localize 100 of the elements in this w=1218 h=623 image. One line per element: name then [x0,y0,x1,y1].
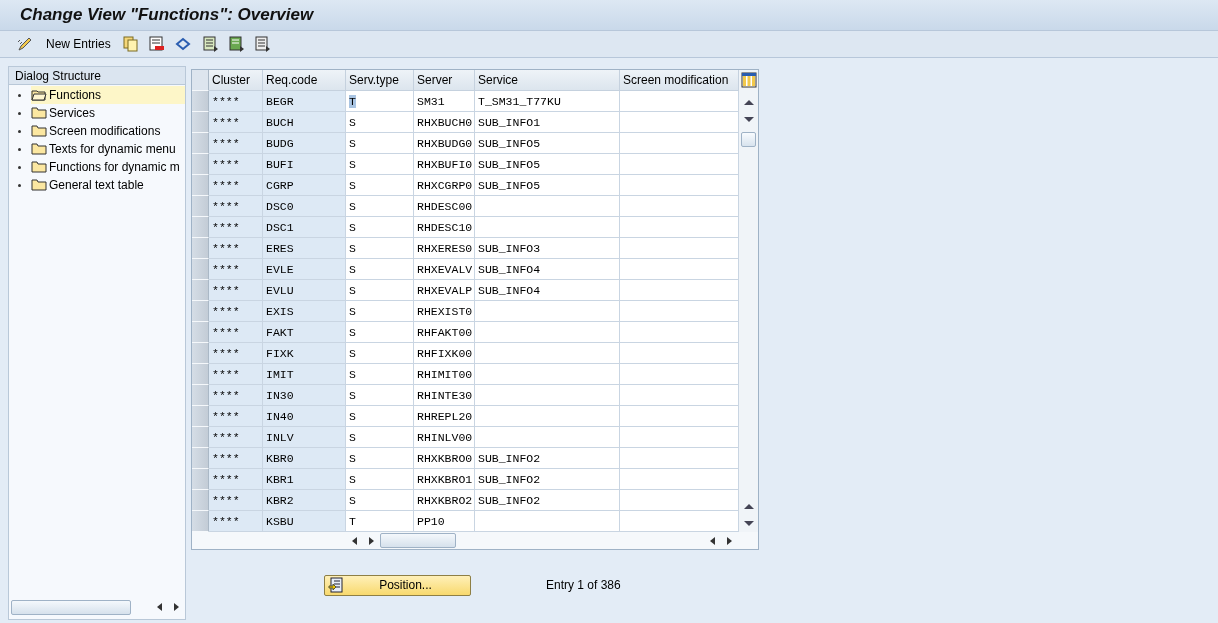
table-cell: FAKT [263,322,346,343]
cell-value: S [349,283,356,297]
row-selector[interactable] [192,280,209,301]
folder-icon [31,107,47,119]
row-selector[interactable] [192,301,209,322]
table-cell: RHXEVALV [414,259,475,280]
tree-item[interactable]: Services [31,104,185,122]
row-selector[interactable] [192,196,209,217]
table-cell: RHXEVALP [414,280,475,301]
cell-value: S [349,346,356,360]
table-cell: **** [209,154,263,175]
tree-item[interactable]: Functions [31,86,185,104]
table-cell: **** [209,343,263,364]
table-cell: **** [209,448,263,469]
cell-value: S [349,493,356,507]
table-cell: **** [209,511,263,532]
table-cell: **** [209,406,263,427]
column-header[interactable]: Req.code [263,70,346,91]
tree-item[interactable]: General text table [31,176,185,194]
cell-value: S [349,451,356,465]
column-header[interactable]: Server [414,70,475,91]
table-cell: EVLU [263,280,346,301]
row-selector[interactable] [192,490,209,511]
table-cell: KBR2 [263,490,346,511]
table-cell: BEGR [263,91,346,112]
table-cell: CGRP [263,175,346,196]
table-cell: DSC0 [263,196,346,217]
column-header[interactable]: Service [475,70,620,91]
copy-icon[interactable] [122,36,139,53]
table-cell: SM31 [414,91,475,112]
table-cell: SUB_INFO4 [475,259,620,280]
column-header[interactable]: Screen modification [620,70,739,91]
delete-row-icon[interactable] [148,36,165,53]
scrollbar-thumb[interactable] [741,132,756,147]
table-cell: RHXKBRO0 [414,448,475,469]
cell-value: S [349,430,356,444]
cell-value: S [349,220,356,234]
table-cell: RHIMIT00 [414,364,475,385]
row-selector[interactable] [192,427,209,448]
row-selector[interactable] [192,343,209,364]
table-cell: **** [209,469,263,490]
row-selector[interactable] [192,112,209,133]
position-button[interactable]: Position... [324,574,471,596]
scrollbar-thumb[interactable] [380,533,456,548]
row-selector[interactable] [192,385,209,406]
table-cell: RHEXIST0 [414,301,475,322]
bullet-icon [18,111,21,115]
table-cell: RHXKBRO2 [414,490,475,511]
table-cell: KSBU [263,511,346,532]
table-cell: RHREPL20 [414,406,475,427]
table-cell: INLV [263,427,346,448]
cell-value: S [349,388,356,402]
table-cell: BUDG [263,133,346,154]
row-selector[interactable] [192,259,209,280]
tree-item[interactable]: Functions for dynamic m [31,158,185,176]
table-cell: **** [209,490,263,511]
table-cell: T_SM31_T77KU [475,91,620,112]
position-icon [328,577,344,593]
scrollbar-thumb[interactable] [11,599,131,615]
cell-value: S [349,472,356,486]
cell-value: T [349,514,356,528]
cell-value: S [349,199,356,213]
row-selector[interactable] [192,322,209,343]
row-selector[interactable] [192,91,209,112]
tree-item[interactable]: Screen modifications [31,122,185,140]
row-selector[interactable] [192,406,209,427]
table-cell: **** [209,385,263,406]
pencil-icon[interactable] [16,36,34,53]
row-selector[interactable] [192,133,209,154]
new-entries-button[interactable]: New Entries [44,37,113,52]
folder-icon [31,161,47,173]
row-selector[interactable] [192,469,209,490]
table-cell: **** [209,133,263,154]
table-cell: EXIS [263,301,346,322]
row-selector[interactable] [192,364,209,385]
table-cell: DSC1 [263,217,346,238]
cell-value: S [349,178,356,192]
column-settings-icon[interactable] [740,72,757,88]
table-cell: RHXBUDG0 [414,133,475,154]
table-cell: KBR0 [263,448,346,469]
row-selector[interactable] [192,217,209,238]
row-selector[interactable] [192,154,209,175]
tree-item[interactable]: Texts for dynamic menu [31,140,185,158]
row-selector[interactable] [192,175,209,196]
bullet-icon [18,129,21,133]
table-cell: **** [209,217,263,238]
folder-icon [31,179,47,191]
row-selector[interactable] [192,238,209,259]
row-selector[interactable] [192,448,209,469]
row-selector[interactable] [192,511,209,532]
column-header[interactable]: Cluster [209,70,263,91]
table-cell: RHDESC10 [414,217,475,238]
table-cell: SUB_INFO5 [475,154,620,175]
cell-value: S [349,262,356,276]
table-cell: **** [209,238,263,259]
cell-value: S [349,157,356,171]
table-cell: **** [209,427,263,448]
table-cell: **** [209,259,263,280]
column-header[interactable]: Serv.type [346,70,414,91]
table-cell: **** [209,280,263,301]
